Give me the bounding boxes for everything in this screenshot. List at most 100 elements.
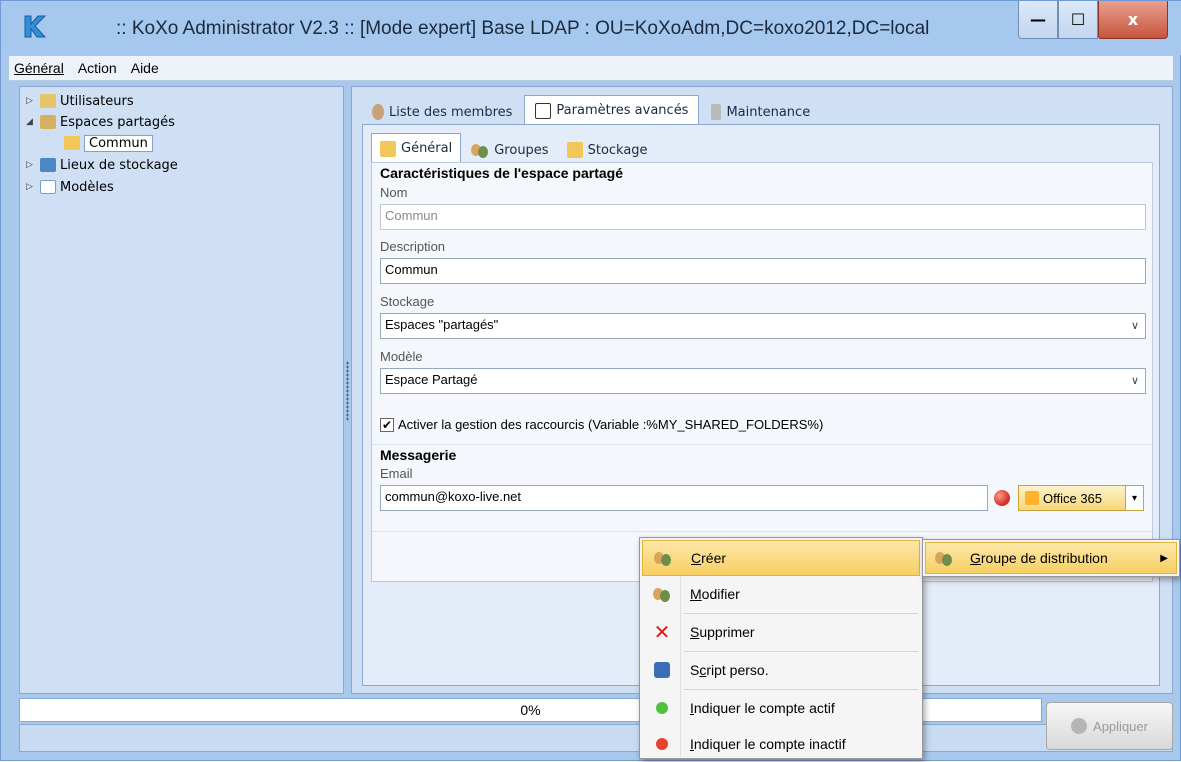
- tab-parametres-avances[interactable]: Paramètres avancés: [524, 95, 700, 125]
- menu-item-label-rest: réer: [701, 550, 727, 566]
- accel-key: C: [691, 550, 702, 566]
- main-tabs: Liste des membres Paramètres avancés Mai…: [362, 95, 822, 125]
- menu-item-modifier[interactable]: Modifier: [642, 576, 920, 612]
- menu-item-compte-inactif[interactable]: Indiquer le compte inactif: [642, 726, 920, 762]
- create-group-icon: [643, 550, 683, 566]
- shortcuts-checkbox[interactable]: ✔: [380, 417, 394, 432]
- menu-item-label: Supprimer: [682, 624, 755, 640]
- menu-item-label: Groupe de distribution: [962, 550, 1108, 566]
- tree-item-label: Utilisateurs: [60, 93, 134, 109]
- menu-aide[interactable]: Aide: [126, 60, 164, 76]
- window-controls: — ☐ x: [1018, 1, 1168, 39]
- window-title: :: KoXo Administrator V2.3 :: [Mode expe…: [116, 18, 930, 39]
- tab-label: Maintenance: [726, 104, 811, 120]
- settings-window-icon: [535, 102, 552, 119]
- menu-item-label-rest: upprimer: [699, 624, 755, 640]
- chevron-down-icon: ∨: [1130, 320, 1139, 332]
- accel-key: M: [690, 586, 702, 602]
- description-field[interactable]: Commun: [380, 258, 1146, 284]
- menu-item-label-rest: odifier: [701, 586, 740, 602]
- tab-label: Groupes: [494, 142, 549, 158]
- progress-text: 0%: [520, 702, 541, 718]
- tab-maintenance[interactable]: Maintenance: [701, 99, 820, 125]
- expand-arrow-icon[interactable]: ▷: [26, 96, 36, 106]
- app-window: :: KoXo Administrator V2.3 :: [Mode expe…: [0, 0, 1181, 761]
- shared-folder-icon: [40, 115, 56, 129]
- submenu-arrow-icon: ▶: [1160, 552, 1168, 564]
- tab-stockage[interactable]: Stockage: [559, 137, 656, 163]
- koxo-logo-icon: [24, 15, 47, 38]
- minimize-icon: —: [1030, 10, 1046, 29]
- status-bar: [19, 724, 1173, 752]
- menu-item-label-rest: ndiquer le compte actif: [693, 700, 835, 716]
- script-icon: [642, 662, 682, 678]
- office365-button[interactable]: Office 365 ▾: [1018, 485, 1144, 511]
- tree-item-label: Commun: [84, 134, 153, 152]
- tab-groupes[interactable]: Groupes: [463, 137, 556, 163]
- menu-action[interactable]: Action: [73, 60, 122, 76]
- template-icon: [40, 180, 56, 194]
- chevron-down-icon[interactable]: ▾: [1125, 486, 1143, 510]
- menu-item-creer[interactable]: Créer: [642, 540, 920, 576]
- distribution-group-icon: [926, 550, 962, 566]
- tab-general[interactable]: Général: [371, 133, 462, 163]
- menu-bar: Général Action Aide: [9, 56, 1173, 81]
- tree-item-utilisateurs[interactable]: ▷ Utilisateurs: [26, 91, 134, 111]
- users-folder-icon: [40, 94, 56, 108]
- green-dot-icon: [642, 702, 682, 714]
- expand-arrow-icon[interactable]: ▷: [26, 160, 36, 170]
- modele-select[interactable]: Espace Partagé ∨: [380, 368, 1146, 394]
- tab-liste-des-membres[interactable]: Liste des membres: [362, 99, 522, 125]
- pane-splitter[interactable]: [346, 361, 349, 421]
- email-field[interactable]: commun@koxo-live.net: [380, 485, 988, 511]
- edit-group-icon: [642, 586, 682, 602]
- close-icon: x: [1127, 10, 1139, 29]
- tree-item-commun[interactable]: Commun: [64, 133, 153, 153]
- modele-label: Modèle: [380, 349, 423, 364]
- office365-label: Office 365: [1043, 490, 1103, 506]
- menu-action-label: Action: [77, 60, 117, 76]
- menu-item-compte-actif[interactable]: Indiquer le compte actif: [642, 690, 920, 726]
- close-button[interactable]: x: [1098, 1, 1168, 39]
- stockage-select[interactable]: Espaces "partagés" ∨: [380, 313, 1146, 339]
- nom-field: Commun: [380, 204, 1146, 230]
- menu-item-label: Créer: [683, 550, 726, 566]
- menu-item-supprimer[interactable]: ✕ Supprimer: [642, 614, 920, 650]
- tree-item-lieux-de-stockage[interactable]: ▷ Lieux de stockage: [26, 155, 178, 175]
- red-dot-icon: [642, 738, 682, 750]
- menu-item-label-pre: S: [690, 662, 700, 678]
- modele-value: Espace Partagé: [385, 372, 478, 387]
- storage-icon: [40, 158, 56, 172]
- expand-arrow-icon[interactable]: ▷: [26, 182, 36, 192]
- email-label: Email: [380, 466, 413, 481]
- divider: [372, 531, 1152, 532]
- menu-general-label: Général: [14, 60, 64, 76]
- space-properties-form: Caractéristiques de l'espace partagé Nom…: [371, 162, 1153, 582]
- nom-label: Nom: [380, 185, 408, 200]
- stockage-value: Espaces "partagés": [385, 317, 499, 332]
- title-bar[interactable]: :: KoXo Administrator V2.3 :: [Mode expe…: [1, 1, 1181, 55]
- inactive-status-icon: [994, 490, 1010, 506]
- menu-item-script-perso[interactable]: Script perso.: [642, 652, 920, 688]
- tab-label: Paramètres avancés: [556, 103, 689, 118]
- tree-item-espaces-partages[interactable]: ◢ Espaces partagés: [26, 112, 175, 132]
- menu-item-groupe-de-distribution[interactable]: Groupe de distribution ▶: [925, 542, 1177, 574]
- divider: [372, 444, 1152, 445]
- menu-item-label: Modifier: [682, 586, 740, 602]
- folder-icon: [64, 136, 80, 150]
- shortcuts-checkbox-row[interactable]: ✔ Activer la gestion des raccourcis (Var…: [380, 417, 823, 432]
- context-menu: Créer Modifier ✕ Supprimer Script perso.…: [639, 537, 923, 759]
- sub-tabs: Général Groupes Stockage: [371, 133, 658, 163]
- apply-button[interactable]: Appliquer: [1046, 702, 1173, 750]
- tree-item-modeles[interactable]: ▷ Modèles: [26, 177, 114, 197]
- tab-label: Liste des membres: [389, 104, 513, 120]
- collapse-arrow-icon[interactable]: ◢: [26, 117, 36, 127]
- submenu: Groupe de distribution ▶: [922, 539, 1180, 577]
- folder-icon: [380, 140, 396, 157]
- menu-aide-label: Aide: [130, 60, 159, 76]
- maximize-button[interactable]: ☐: [1058, 1, 1098, 39]
- menu-general[interactable]: Général: [9, 60, 69, 76]
- menu-item-label: Indiquer le compte inactif: [682, 736, 846, 752]
- menu-item-label-rest: roupe de distribution: [980, 550, 1108, 566]
- minimize-button[interactable]: —: [1018, 1, 1058, 39]
